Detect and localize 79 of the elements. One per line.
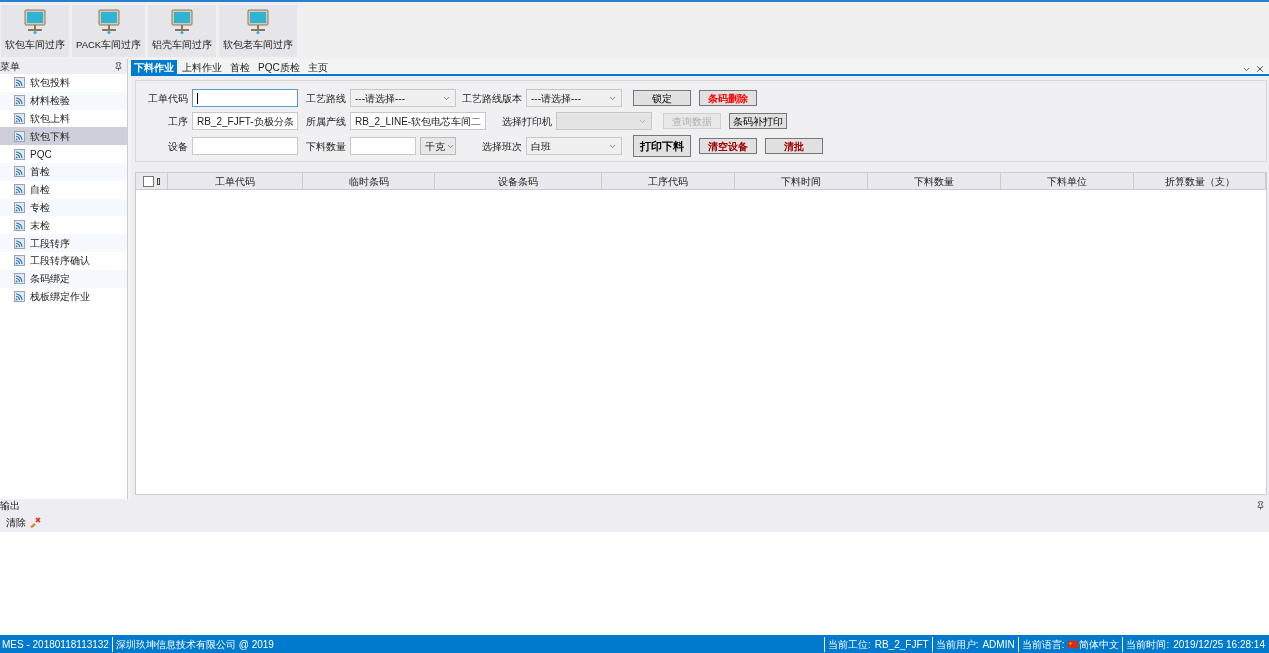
feed-icon xyxy=(14,95,25,107)
monitor-icon xyxy=(97,9,120,36)
dropdown[interactable]: ---请选择--- xyxy=(526,89,622,107)
checkbox[interactable] xyxy=(143,175,154,187)
tab[interactable]: 主页 xyxy=(304,60,331,74)
input-field[interactable]: RB_2_LINE-软包电芯车间二 xyxy=(350,112,487,130)
input-field[interactable] xyxy=(350,137,416,155)
field-label: 工序 xyxy=(167,114,189,129)
action-button[interactable]: 条码补打印 xyxy=(729,113,788,129)
pin-icon xyxy=(114,62,123,71)
unit-dropdown[interactable]: 千克 xyxy=(420,137,456,155)
feed-icon xyxy=(14,255,25,267)
input-field[interactable] xyxy=(192,89,298,107)
column-header: 工单代码 xyxy=(168,173,303,189)
status-label: 当前语言: xyxy=(1021,637,1065,652)
field-label: 工艺路线版本 xyxy=(462,91,523,106)
feed-icon xyxy=(14,219,25,231)
column-header: 临时条码 xyxy=(303,173,435,189)
monitor-icon xyxy=(24,9,46,36)
input-field[interactable]: RB_2_FJFT-负极分条 xyxy=(192,112,298,130)
monitor-icon xyxy=(247,9,270,36)
flag-icon xyxy=(1068,640,1079,648)
action-button[interactable]: 锁定 xyxy=(633,90,691,106)
feed-icon xyxy=(14,273,25,285)
panel-title: 菜单 xyxy=(0,60,20,74)
field-label: 下料数量 xyxy=(305,139,347,154)
toolbar-button[interactable]: PACK车间过序 xyxy=(72,5,146,57)
feed-icon xyxy=(14,237,25,249)
column-header: 折算数量（支） xyxy=(1134,173,1266,189)
field-label: 工单代码 xyxy=(147,91,189,106)
tab[interactable]: PQC质检 xyxy=(255,60,303,74)
action-button[interactable]: 清批 xyxy=(765,138,823,154)
menu-item[interactable]: 软包下料 xyxy=(0,127,127,146)
status-label: 当前工位: xyxy=(827,637,871,652)
action-button[interactable]: 清空设备 xyxy=(699,138,757,154)
feed-icon xyxy=(14,201,25,213)
column-header: 下料时间 xyxy=(735,173,868,189)
close-icon xyxy=(1255,64,1265,74)
toolbar-button[interactable]: 铝壳车间过序 xyxy=(148,5,217,57)
feed-icon xyxy=(14,290,25,302)
status-value: ADMIN xyxy=(982,637,1015,652)
field-label: 工艺路线 xyxy=(305,91,347,106)
feed-icon xyxy=(14,166,25,178)
status-label: 当前时间: xyxy=(1126,637,1170,652)
bar-icon xyxy=(157,177,160,185)
status-value: RB_2_FJFT xyxy=(874,637,929,652)
feed-icon xyxy=(14,130,25,142)
action-button[interactable]: 打印下料 xyxy=(633,135,691,157)
field-label: 选择打印机 xyxy=(501,114,554,129)
status-value: 简体中文 xyxy=(1079,637,1120,652)
column-header: 下料数量 xyxy=(868,173,1001,189)
status-value: 2019/12/25 16:28:14 xyxy=(1173,637,1265,652)
column-header: 工序代码 xyxy=(602,173,735,189)
panel-title: 输出 xyxy=(0,499,20,513)
tab[interactable]: 下料作业 xyxy=(131,60,177,74)
toolbar-button[interactable]: 软包车间过序 xyxy=(1,5,69,57)
menu-item[interactable]: 工段转序 xyxy=(0,234,127,252)
dropdown[interactable]: 白班 xyxy=(526,137,622,155)
dropdown[interactable]: ---请选择--- xyxy=(350,89,456,107)
column-header: 设备条码 xyxy=(435,173,602,189)
broom-icon xyxy=(29,516,41,528)
field-label: 所属产线 xyxy=(305,114,347,129)
status-label: 当前用户: xyxy=(935,637,979,652)
feed-icon xyxy=(14,77,25,89)
tab[interactable]: 首检 xyxy=(227,60,253,74)
clear-button[interactable]: 清除 xyxy=(6,514,26,530)
feed-icon xyxy=(14,148,25,160)
status-text: MES - 20180118113132 xyxy=(2,637,109,652)
tab[interactable]: 上料作业 xyxy=(179,60,225,74)
input-field[interactable] xyxy=(192,137,298,155)
feed-icon xyxy=(14,113,25,124)
status-text: 深圳玖坤信息技术有限公司 @ 2019 xyxy=(111,636,274,652)
field-label: 设备 xyxy=(167,139,189,154)
field-label: 选择班次 xyxy=(481,139,523,154)
pin-icon xyxy=(1256,501,1265,510)
feed-icon xyxy=(14,184,25,196)
monitor-icon xyxy=(171,9,194,36)
column-header: 下料单位 xyxy=(1001,173,1134,189)
toolbar-button[interactable]: 软包老车间过序 xyxy=(219,5,298,57)
